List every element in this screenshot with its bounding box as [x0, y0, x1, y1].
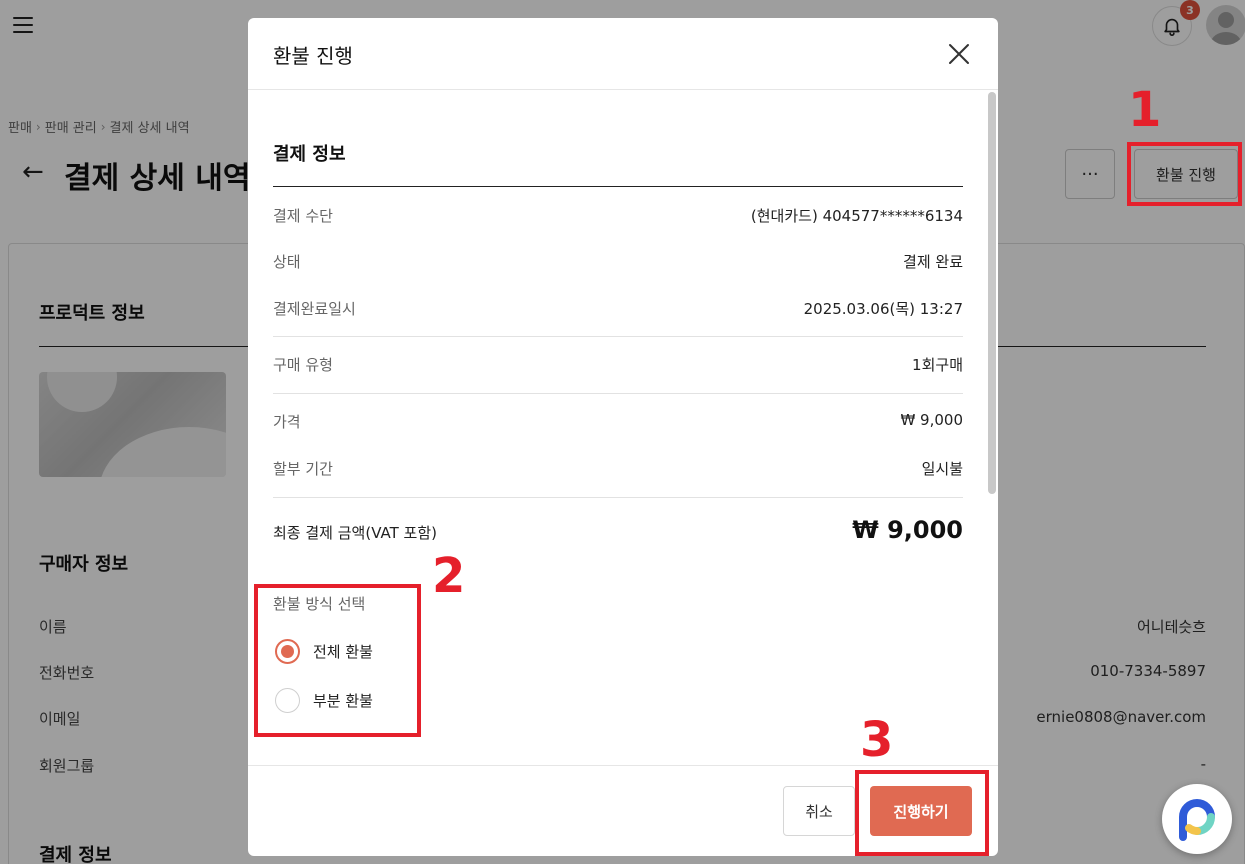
total-label: 최종 결제 금액(VAT 포함): [273, 524, 437, 542]
field-label: 가격: [273, 413, 301, 431]
info-row: 가격 ₩ 9,000: [273, 411, 963, 433]
modal-footer: 취소 진행하기: [248, 765, 998, 856]
radio-label: 부분 환불: [313, 691, 373, 710]
radio-full-refund[interactable]: 전체 환불: [275, 638, 475, 664]
scrollbar[interactable]: [988, 92, 996, 494]
radio-button[interactable]: [275, 687, 300, 713]
field-label: 결제 수단: [273, 207, 333, 225]
total-row: 최종 결제 금액(VAT 포함) ₩ 9,000: [273, 516, 963, 544]
radio-button[interactable]: [275, 638, 300, 664]
modal-title: 환불 진행: [273, 44, 353, 68]
annotation-number-3: 3: [860, 712, 894, 768]
radio-label: 전체 환불: [313, 642, 373, 661]
field-value: 2025.03.06(목) 13:27: [803, 300, 963, 318]
section-divider: [273, 186, 963, 187]
field-value: 결제 완료: [903, 253, 963, 271]
row-divider: [273, 497, 963, 498]
field-label: 구매 유형: [273, 356, 333, 374]
row-divider: [273, 393, 963, 394]
field-label: 결제완료일시: [273, 300, 356, 318]
field-value: 일시불: [921, 460, 963, 478]
cancel-button[interactable]: 취소: [783, 786, 855, 836]
field-value: 1회구매: [912, 356, 963, 374]
row-divider: [273, 336, 963, 337]
chat-widget-button[interactable]: [1162, 784, 1232, 854]
field-label: 상태: [273, 253, 301, 271]
app-logo-icon: [1179, 799, 1215, 841]
proceed-button[interactable]: 진행하기: [870, 786, 972, 836]
field-label: 할부 기간: [273, 460, 333, 478]
field-value: (현대카드) 404577******6134: [750, 207, 963, 225]
info-row: 구매 유형 1회구매: [273, 354, 963, 376]
info-row: 상태 결제 완료: [273, 251, 963, 273]
annotation-number-1: 1: [1128, 82, 1162, 138]
modal-header: 환불 진행: [248, 18, 998, 90]
close-icon[interactable]: [948, 43, 970, 65]
info-row: 결제 수단 (현대카드) 404577******6134: [273, 205, 963, 227]
info-row: 할부 기간 일시불: [273, 458, 963, 480]
radio-partial-refund[interactable]: 부분 환불: [275, 687, 475, 713]
refund-method-label: 환불 방식 선택: [273, 595, 366, 613]
section-title: 결제 정보: [273, 144, 346, 165]
field-value: ₩ 9,000: [900, 411, 963, 429]
info-row: 결제완료일시 2025.03.06(목) 13:27: [273, 298, 963, 320]
total-value: ₩ 9,000: [852, 516, 963, 544]
annotation-number-2: 2: [432, 548, 466, 604]
